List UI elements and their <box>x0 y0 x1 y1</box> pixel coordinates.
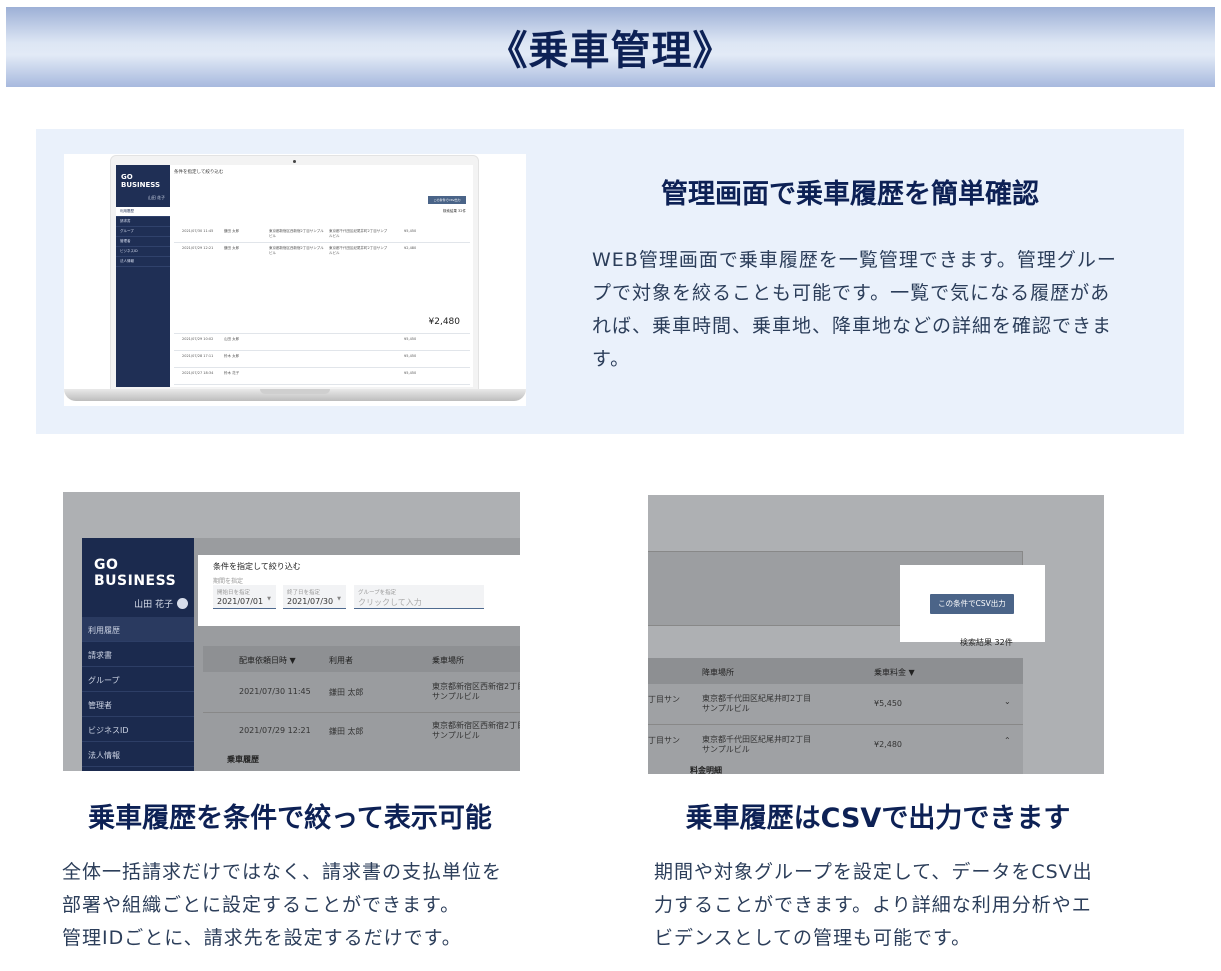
sidebar-item-company: 法人情報 <box>82 742 194 767</box>
results-table: 降車場所 乗車料金 ▼ 丁目サン 東京都千代田区紀尾井町2丁目サンプルビル ¥5… <box>648 658 1023 774</box>
mock-nav-item: ビジネスID <box>116 247 170 257</box>
user-icon <box>177 598 188 609</box>
description-line: 部署や組織ごとに設定することができます。 <box>62 894 461 916</box>
fare-detail-subheading: 料金明細 <box>690 766 722 774</box>
mock-nav-item: 管理者 <box>116 237 170 247</box>
description-line: 力することができます。より詳細な利用分析やエ <box>654 894 1092 916</box>
mock-row: 2021/07/27 18:34 鈴木 花子 ¥5,450 <box>174 369 470 385</box>
mock-sidebar: GO BUSINESS 山田 花子 利用履歴 請求書 グループ 管理者 ビジネス… <box>116 165 170 387</box>
chevron-down-icon: ▼ <box>267 596 271 602</box>
filter-panel: 条件を指定して絞り込む 期間を指定 開始日を指定 2021/07/01 ▼ 終了… <box>198 555 520 626</box>
sidebar-nav: 利用履歴 請求書 グループ 管理者 ビジネスID 法人情報 <box>82 617 194 767</box>
filter-feature-title: 乗車履歴を条件で絞って表示可能 <box>88 803 492 834</box>
chevron-down-icon: ⌄ <box>1004 697 1011 706</box>
mock-row-expanded: 2021/07/29 12:21 鎌田 太郎 東京都新宿区西新宿2丁目サンプルビ… <box>174 244 470 334</box>
mock-filter-title: 条件を指定して絞り込む <box>174 170 224 175</box>
user-menu: 山田 花子 <box>134 597 188 610</box>
sidebar-item-business-id: ビジネスID <box>82 717 194 742</box>
table-header: 配車依頼日時 ▼ 利用者 乗車場所 <box>203 646 520 672</box>
column-fare: 乗車料金 ▼ <box>874 668 915 677</box>
period-label: 期間を指定 <box>213 578 244 585</box>
csv-screenshot: この条件でCSV出力 検索結果 32件 降車場所 乗車料金 ▼ 丁目サン 東京都… <box>648 495 1104 774</box>
laptop-notch <box>260 389 330 394</box>
feature-line: れば、乗車時間、乗車地、降車地などの詳細を確認できま <box>592 315 1113 337</box>
description-line: 期間や対象グループを設定して、データをCSV出 <box>654 861 1093 883</box>
sidebar-item-invoice: 請求書 <box>82 642 194 667</box>
mock-nav-item: 請求書 <box>116 217 170 227</box>
go-business-logo: GO BUSINESS <box>94 557 177 589</box>
section-banner: 《乗車管理》 <box>6 7 1215 87</box>
chevron-down-icon: ▼ <box>337 596 341 602</box>
user-name: 山田 花子 <box>134 600 173 610</box>
table-row: 2021/07/30 11:45 鎌田 太郎 東京都新宿区西新宿2丁目サンプルビ… <box>203 673 520 713</box>
table-header: 降車場所 乗車料金 ▼ <box>648 658 1023 684</box>
group-field: グループを指定 クリックして入力 <box>354 585 484 609</box>
csv-export-button: この条件でCSV出力 <box>930 594 1014 614</box>
laptop-screen: GO BUSINESS 山田 花子 利用履歴 請求書 グループ 管理者 ビジネス… <box>116 165 473 387</box>
mock-row: 2021/07/28 17:11 鈴木 太郎 ¥5,450 <box>174 352 470 368</box>
column-dropoff: 降車場所 <box>702 668 734 677</box>
mock-result-count: 検索結果 32件 <box>442 209 466 213</box>
csv-feature-title: 乗車履歴はCSVで出力できます <box>685 803 1071 834</box>
chevron-up-icon: ⌃ <box>1004 736 1011 745</box>
mock-user: 山田 花子 <box>147 195 165 200</box>
mock-main: 条件を指定して絞り込む この条件でCSV出力 検索結果 32件 2021/07/… <box>174 169 470 387</box>
feature-line: WEB管理画面で乗車履歴を一覧管理できます。管理グルー <box>592 249 1117 271</box>
start-date-field: 開始日を指定 2021/07/01 ▼ <box>213 585 276 609</box>
sidebar-item-history: 利用履歴 <box>82 617 194 642</box>
description-line: 全体一括請求だけではなく、請求書の支払単位を <box>62 861 503 883</box>
feature-description: WEB管理画面で乗車履歴を一覧管理できます。管理グルー プで対象を絞ることも可能… <box>592 244 1132 376</box>
column-user: 利用者 <box>329 656 353 665</box>
end-date-field: 終了日を指定 2021/07/30 ▼ <box>283 585 346 609</box>
csv-feature-description: 期間や対象グループを設定して、データをCSV出 力することができます。より詳細な… <box>654 856 1124 955</box>
mock-row: 2021/07/30 11:45 鎌田 太郎 東京都新宿区西新宿2丁目サンプルビ… <box>174 227 470 243</box>
feature-line: す。 <box>592 348 631 370</box>
mock-row: 2021/07/29 10:02 山田 太郎 ¥5,450 <box>174 335 470 351</box>
mock-nav-item: 利用履歴 <box>116 207 170 217</box>
description-line: 管理IDごとに、請求先を設定するだけです。 <box>62 927 462 949</box>
description-line: ビデンスとしての管理も可能です。 <box>654 927 972 949</box>
column-pickup: 乗車場所 <box>432 656 464 665</box>
sidebar-item-group: グループ <box>82 667 194 692</box>
mock-total-fare: ¥2,480 <box>428 317 461 327</box>
laptop-mockup: GO BUSINESS 山田 花子 利用履歴 請求書 グループ 管理者 ビジネス… <box>64 154 526 406</box>
section-title: 《乗車管理》 <box>487 28 734 74</box>
feature-title: 管理画面で乗車履歴を簡単確認 <box>661 179 1039 210</box>
ride-history-subheading: 乗車履歴 <box>227 755 259 764</box>
mock-logo: GO BUSINESS <box>121 173 161 189</box>
result-count: 検索結果 32件 <box>960 638 1013 647</box>
column-date: 配車依頼日時 ▼ <box>239 656 296 665</box>
filter-screenshot: GO BUSINESS 山田 花子 利用履歴 請求書 グループ 管理者 ビジネス… <box>63 492 520 771</box>
mock-nav-item: グループ <box>116 227 170 237</box>
mock-nav-item: 法人情報 <box>116 257 170 267</box>
mock-csv-button: この条件でCSV出力 <box>428 196 466 204</box>
mock-nav: 利用履歴 請求書 グループ 管理者 ビジネスID 法人情報 <box>116 207 170 267</box>
sidebar: GO BUSINESS 山田 花子 利用履歴 請求書 グループ 管理者 ビジネス… <box>82 538 194 771</box>
table-row: 丁目サン 東京都千代田区紀尾井町2丁目サンプルビル ¥5,450 ⌄ <box>648 685 1023 725</box>
camera-dot <box>293 160 296 163</box>
filter-feature-description: 全体一括請求だけではなく、請求書の支払単位を 部署や組織ごとに設定することができ… <box>62 856 532 955</box>
feature-line: プで対象を絞ることも可能です。一覧で気になる履歴があ <box>592 282 1111 304</box>
sidebar-item-admin: 管理者 <box>82 692 194 717</box>
filter-title: 条件を指定して絞り込む <box>213 562 301 571</box>
